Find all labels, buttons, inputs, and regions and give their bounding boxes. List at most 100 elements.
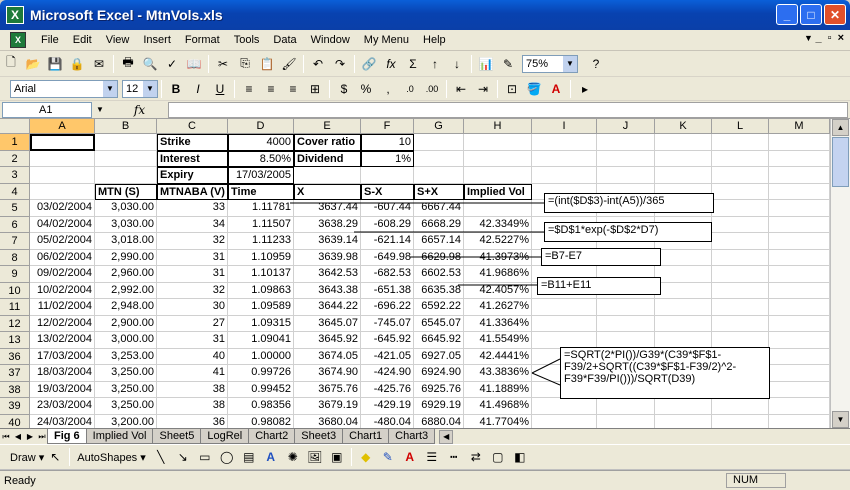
- doc-restore-icon[interactable]: ▫: [828, 32, 832, 44]
- permission-icon[interactable]: 🔒: [67, 54, 87, 74]
- merge-center-icon[interactable]: ⊞: [305, 79, 325, 99]
- font-select[interactable]: Arial ▼: [10, 79, 118, 98]
- prev-sheet-icon[interactable]: ◀: [12, 432, 24, 441]
- doc-minimize-icon[interactable]: _: [816, 32, 822, 44]
- line-color-icon[interactable]: ✎: [378, 447, 398, 467]
- italic-icon[interactable]: I: [188, 79, 208, 99]
- cut-icon[interactable]: ✂: [213, 54, 233, 74]
- autoshapes-menu-button[interactable]: AutoShapes ▾: [77, 451, 146, 464]
- menu-edit[interactable]: Edit: [66, 31, 99, 50]
- fill-color-icon[interactable]: ◆: [356, 447, 376, 467]
- fill-color-icon[interactable]: 🪣: [524, 79, 544, 99]
- scroll-thumb[interactable]: [832, 137, 849, 187]
- research-icon[interactable]: 📖: [184, 54, 204, 74]
- oval-icon[interactable]: ◯: [217, 447, 237, 467]
- wordart-icon[interactable]: A: [261, 447, 281, 467]
- insert-function-icon[interactable]: fx: [134, 103, 145, 117]
- font-size-select[interactable]: 12 ▼: [122, 79, 158, 98]
- sort-ascending-icon[interactable]: ↑: [425, 54, 445, 74]
- format-painter-icon[interactable]: 🖌: [279, 54, 299, 74]
- doc-close-icon[interactable]: ×: [838, 32, 844, 44]
- menu-data[interactable]: Data: [266, 31, 303, 50]
- excel-app-icon[interactable]: X: [6, 6, 24, 24]
- minimize-button[interactable]: _: [776, 4, 798, 25]
- sheet-tab-sheet3[interactable]: Sheet3: [294, 429, 344, 444]
- decrease-decimal-icon[interactable]: .00: [422, 79, 442, 99]
- new-icon[interactable]: 🗋: [1, 54, 21, 74]
- menu-window[interactable]: Window: [304, 31, 357, 50]
- sort-descending-icon[interactable]: ↓: [447, 54, 467, 74]
- copy-icon[interactable]: ⎘: [235, 54, 255, 74]
- undo-icon[interactable]: ↶: [308, 54, 328, 74]
- workbook-icon[interactable]: X: [10, 32, 26, 48]
- drawing-icon[interactable]: ✎: [498, 54, 518, 74]
- spelling-icon[interactable]: ✓: [162, 54, 182, 74]
- name-box[interactable]: A1: [2, 101, 92, 118]
- increase-decimal-icon[interactable]: .0: [400, 79, 420, 99]
- menu-format[interactable]: Format: [178, 31, 227, 50]
- menu-my-menu[interactable]: My Menu: [357, 31, 416, 50]
- worksheet-grid[interactable]: ABCDEFGHIJKLM 1 Strike 4000 Cover ratio 10 2 I…: [0, 119, 830, 428]
- draw-menu-button[interactable]: Draw ▾: [10, 451, 44, 464]
- scroll-down-icon[interactable]: ▼: [832, 411, 849, 428]
- align-center-icon[interactable]: ≡: [261, 79, 281, 99]
- diagram-icon[interactable]: ✺: [283, 447, 303, 467]
- function-icon[interactable]: fx: [381, 54, 401, 74]
- paste-icon[interactable]: 📋: [257, 54, 277, 74]
- increase-indent-icon[interactable]: ⇥: [473, 79, 493, 99]
- sheet-tab-implied-vol[interactable]: Implied Vol: [85, 429, 154, 444]
- redo-icon[interactable]: ↷: [330, 54, 350, 74]
- align-right-icon[interactable]: ≡: [283, 79, 303, 99]
- print-preview-icon[interactable]: 🔍: [140, 54, 160, 74]
- select-objects-icon[interactable]: ↖: [45, 447, 65, 467]
- text-box-icon[interactable]: ▤: [239, 447, 259, 467]
- toolbar-options-icon[interactable]: ▸: [575, 79, 595, 99]
- open-icon[interactable]: 📂: [23, 54, 43, 74]
- align-left-icon[interactable]: ≡: [239, 79, 259, 99]
- hyperlink-icon[interactable]: 🔗: [359, 54, 379, 74]
- scroll-up-icon[interactable]: ▲: [832, 119, 849, 136]
- vertical-scrollbar[interactable]: ▲ ▼: [830, 119, 850, 428]
- sheet-tab-chart1[interactable]: Chart1: [342, 429, 390, 444]
- autosum-icon[interactable]: Σ: [403, 54, 423, 74]
- font-color-icon[interactable]: A: [546, 79, 566, 99]
- dash-style-icon[interactable]: ┅: [444, 447, 464, 467]
- font-color-icon[interactable]: A: [400, 447, 420, 467]
- email-icon[interactable]: ✉: [89, 54, 109, 74]
- sheet-tab-fig-6[interactable]: Fig 6: [47, 429, 87, 444]
- menu-file[interactable]: File: [34, 31, 66, 50]
- clip-art-icon[interactable]: 🖼: [305, 447, 325, 467]
- currency-icon[interactable]: $: [334, 79, 354, 99]
- 3d-style-icon[interactable]: ◧: [510, 447, 530, 467]
- bold-icon[interactable]: B: [166, 79, 186, 99]
- help-icon[interactable]: ?: [586, 54, 606, 74]
- maximize-button[interactable]: □: [800, 4, 822, 25]
- print-icon[interactable]: 🖶: [118, 54, 138, 74]
- picture-icon[interactable]: ▣: [327, 447, 347, 467]
- underline-icon[interactable]: U: [210, 79, 230, 99]
- chevron-down-icon[interactable]: ▼: [804, 33, 813, 43]
- formula-input[interactable]: [168, 102, 848, 118]
- menu-tools[interactable]: Tools: [227, 31, 267, 50]
- rectangle-icon[interactable]: ▭: [195, 447, 215, 467]
- chevron-down-icon[interactable]: ▼: [96, 105, 104, 114]
- zoom-select[interactable]: 75% ▼: [522, 54, 578, 73]
- close-button[interactable]: ✕: [824, 4, 846, 25]
- decrease-indent-icon[interactable]: ⇤: [451, 79, 471, 99]
- arrow-icon[interactable]: ↘: [173, 447, 193, 467]
- scroll-left-icon[interactable]: ◀: [439, 429, 454, 444]
- sheet-tab-chart2[interactable]: Chart2: [248, 429, 296, 444]
- menu-help[interactable]: Help: [416, 31, 453, 50]
- sheet-tab-logrel[interactable]: LogRel: [200, 429, 250, 444]
- shadow-style-icon[interactable]: ▢: [488, 447, 508, 467]
- line-style-icon[interactable]: ☰: [422, 447, 442, 467]
- chevron-down-icon[interactable]: ▼: [103, 80, 117, 97]
- comma-style-icon[interactable]: ,: [378, 79, 398, 99]
- menu-view[interactable]: View: [99, 31, 137, 50]
- save-icon[interactable]: 💾: [45, 54, 65, 74]
- line-icon[interactable]: ╲: [151, 447, 171, 467]
- borders-icon[interactable]: ⊡: [502, 79, 522, 99]
- arrow-style-icon[interactable]: ⇄: [466, 447, 486, 467]
- sheet-tab-chart3[interactable]: Chart3: [388, 429, 436, 444]
- menu-insert[interactable]: Insert: [136, 31, 178, 50]
